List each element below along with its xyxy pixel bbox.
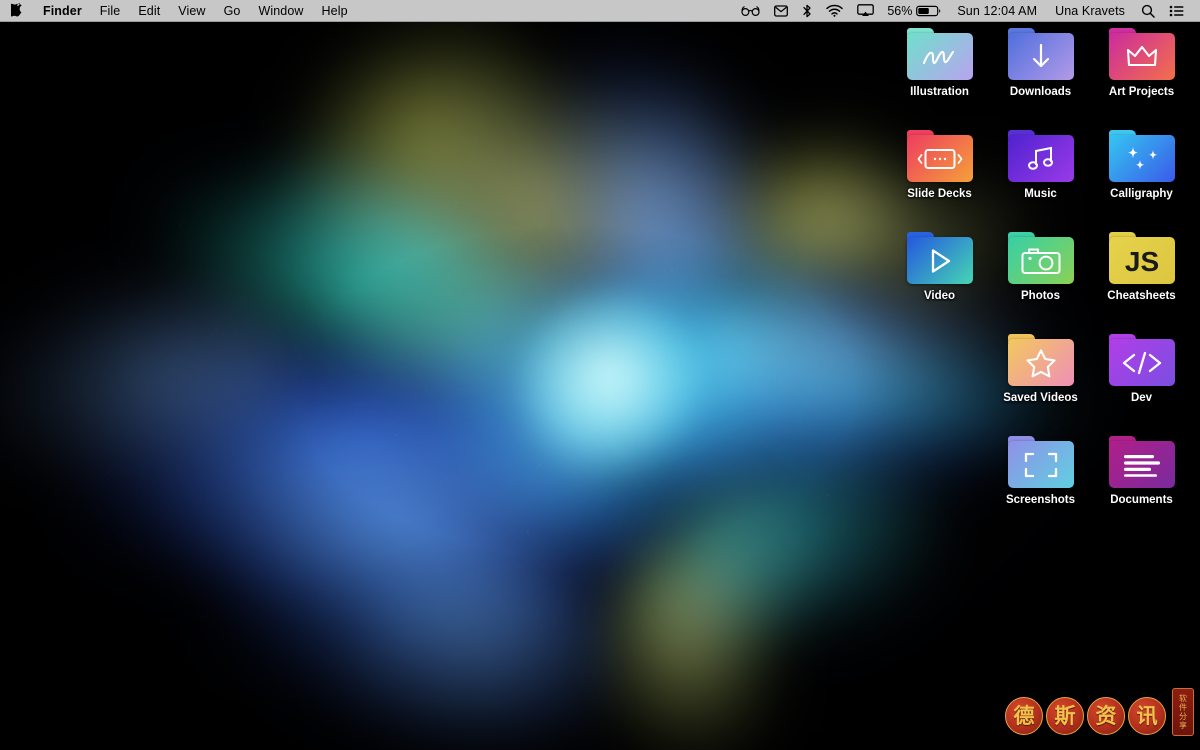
folder-icon-documents[interactable] [1108,436,1175,488]
desktop-icon-label: Screenshots [1005,494,1076,506]
user-name[interactable]: Una Kravets [1046,0,1134,21]
watermark-tag-label: 软件分享 [1178,694,1188,730]
desktop-icon-art-projects[interactable]: Art Projects [1091,25,1192,127]
menu-bar-app-menus[interactable]: Finder File Edit View Go Window Help [0,0,357,21]
eyeglasses-icon[interactable] [734,0,767,21]
watermark-coin: 讯 [1128,697,1166,735]
airplay-icon[interactable] [850,0,881,21]
code-icon [1109,339,1175,386]
folder-icon-downloads[interactable] [1007,28,1074,80]
battery-percent-label: 56% [887,3,913,18]
desktop-icon-dev[interactable]: Dev [1091,331,1192,433]
folder-icon-music[interactable] [1007,130,1074,182]
folder-icon-art-projects[interactable] [1108,28,1175,80]
control-center-icon[interactable] [1162,0,1191,21]
sparkles-icon [1109,135,1175,182]
apple-menu-icon[interactable] [9,0,34,21]
music-note-icon [1008,135,1074,182]
wifi-icon[interactable] [819,0,850,21]
mail-icon[interactable] [767,0,795,21]
battery-status[interactable]: 56% [881,4,948,18]
menu-item-view[interactable]: View [169,0,214,21]
menu-item-file[interactable]: File [91,0,130,21]
search-icon[interactable] [1134,0,1162,21]
desktop-icon-label: Cheatsheets [1107,290,1176,302]
desktop-icon-downloads[interactable]: Downloads [990,25,1091,127]
desktop-icon-slide-decks[interactable]: Slide Decks [889,127,990,229]
menu-item-go[interactable]: Go [215,0,250,21]
watermark-coins: 德斯资讯 [1005,697,1166,735]
desktop-icon-illustration[interactable]: Illustration [889,25,990,127]
battery-icon [916,5,941,16]
bluetooth-icon[interactable] [795,0,819,21]
watermark: 德斯资讯 软件分享 [1005,688,1194,744]
desktop-icon-label: Calligraphy [1110,188,1173,200]
desktop-icon-saved-videos[interactable]: Saved Videos [990,331,1091,433]
watermark-coin: 德 [1005,697,1043,735]
crown-icon [1109,33,1175,80]
crop-icon [1008,441,1074,488]
desktop-icon-music[interactable]: Music [990,127,1091,229]
clock[interactable]: Sun 12:04 AM [948,0,1046,21]
folder-icon-photos[interactable] [1007,232,1074,284]
menu-item-help[interactable]: Help [313,0,357,21]
folder-icon-screenshots[interactable] [1007,436,1074,488]
desktop-icon-label: Downloads [1009,86,1072,98]
desktop-icon-label: Video [923,290,956,302]
folder-icon-cheatsheets[interactable]: JS [1108,232,1175,284]
watermark-coin: 斯 [1046,697,1084,735]
menu-item-finder[interactable]: Finder [34,0,91,21]
folder-icon-saved-videos[interactable] [1007,334,1074,386]
desktop-icon-label: Documents [1110,494,1173,506]
desktop-icon-screenshots[interactable]: Screenshots [990,433,1091,535]
desktop-icon-calligraphy[interactable]: Calligraphy [1091,127,1192,229]
desktop-icon-label: Illustration [910,86,969,98]
watermark-coin: 资 [1087,697,1125,735]
watermark-tag: 软件分享 [1172,688,1194,736]
js-icon: JS [1109,237,1175,284]
play-icon [907,237,973,284]
desktop-icon-video[interactable]: Video [889,229,990,331]
menu-bar[interactable]: Finder File Edit View Go Window Help 56%… [0,0,1200,22]
slideshow-icon [907,135,973,182]
desktop[interactable]: Finder File Edit View Go Window Help 56%… [0,0,1200,750]
menu-bar-status-items[interactable]: 56% Sun 12:04 AM Una Kravets [734,0,1200,21]
scribble-icon [907,33,973,80]
menu-item-edit[interactable]: Edit [129,0,169,21]
folder-icon-illustration[interactable] [906,28,973,80]
desktop-icon-label: Music [1024,188,1057,200]
folder-icon-dev[interactable] [1108,334,1175,386]
folder-icon-calligraphy[interactable] [1108,130,1175,182]
desktop-icon-label: Slide Decks [907,188,972,200]
star-icon [1008,339,1074,386]
desktop-icon-documents[interactable]: Documents [1091,433,1192,535]
lines-icon [1109,441,1175,488]
desktop-icon-label: Art Projects [1108,86,1175,98]
desktop-icon-grid[interactable]: Illustration Downloads Art Projects Slide D… [889,25,1192,535]
download-icon [1008,33,1074,80]
folder-icon-video[interactable] [906,232,973,284]
camera-icon [1008,237,1074,284]
folder-icon-slide-decks[interactable] [906,130,973,182]
desktop-icon-label: Photos [1021,290,1060,302]
desktop-icon-photos[interactable]: Photos [990,229,1091,331]
svg-text:JS: JS [1124,246,1158,276]
desktop-icon-label: Dev [1130,392,1153,404]
menu-item-window[interactable]: Window [249,0,312,21]
desktop-icon-cheatsheets[interactable]: JS Cheatsheets [1091,229,1192,331]
desktop-icon-label: Saved Videos [1003,392,1078,404]
